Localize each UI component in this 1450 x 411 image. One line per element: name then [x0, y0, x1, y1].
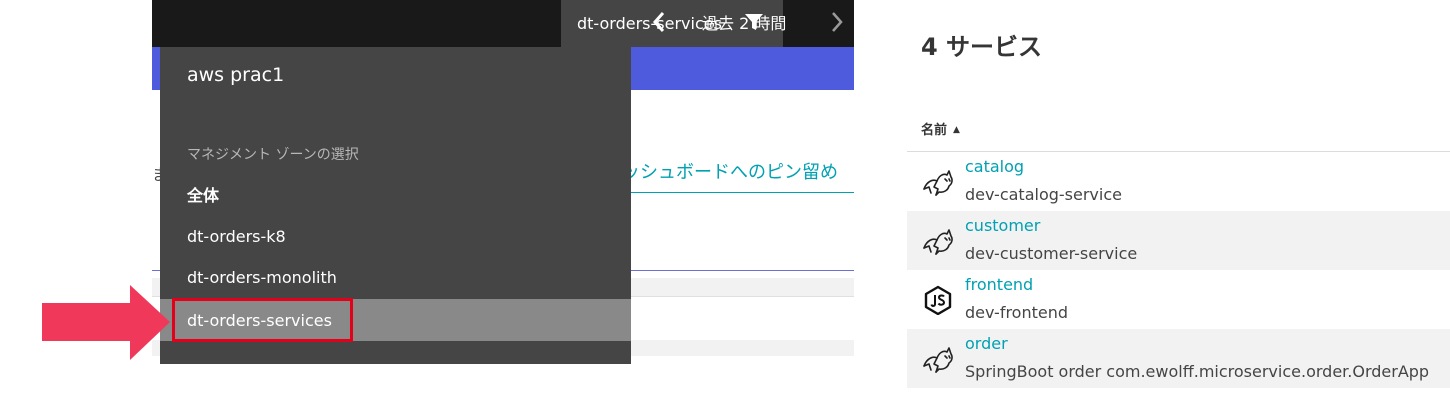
service-detail: SpringBoot order com.ewolff.microservice…: [965, 362, 1430, 381]
service-name-link[interactable]: frontend: [965, 275, 1033, 294]
sort-ascending-icon: ▲: [953, 125, 960, 135]
services-title: 4 サービス: [921, 33, 1043, 61]
nodejs-icon: [924, 285, 952, 315]
service-detail: dev-frontend: [965, 303, 1069, 322]
environment-name: aws prac1: [187, 64, 285, 86]
service-row-frontend[interactable]: frontend dev-frontend: [907, 270, 1450, 329]
column-header-label: 名前: [921, 123, 948, 138]
name-column-header[interactable]: 名前 ▲: [921, 119, 960, 138]
pin-link-underline: [620, 192, 854, 193]
filter-label: dt-orders-services: [577, 14, 722, 33]
zone-item-label: dt-orders-k8: [187, 226, 286, 246]
top-bar: dt-orders-services 過去 2 時間: [152, 0, 854, 47]
chevron-left-icon[interactable]: [651, 10, 667, 34]
zone-item-label: 全体: [187, 186, 220, 205]
service-name-link[interactable]: order: [965, 334, 1008, 353]
zone-item-all[interactable]: 全体: [160, 174, 631, 214]
zone-item-k8[interactable]: dt-orders-k8: [160, 216, 631, 256]
timeframe-selector[interactable]: 過去 2 時間: [702, 10, 786, 34]
highlight-box: [172, 298, 353, 342]
service-row-catalog[interactable]: catalog dev-catalog-service: [907, 152, 1450, 211]
service-row-customer[interactable]: customer dev-customer-service: [907, 211, 1450, 270]
service-row-order[interactable]: order SpringBoot order com.ewolff.micros…: [907, 329, 1450, 388]
pointer-arrow-icon: [42, 285, 170, 360]
service-name-link[interactable]: catalog: [965, 157, 1024, 176]
management-zone-heading: マネジメント ゾーンの選択: [187, 147, 359, 163]
zone-item-monolith[interactable]: dt-orders-monolith: [160, 257, 631, 297]
service-detail: dev-catalog-service: [965, 185, 1122, 204]
pin-to-dashboard-link[interactable]: ッシュボードへのピン留め: [622, 158, 838, 184]
tomcat-icon: [923, 347, 953, 373]
zone-item-label: dt-orders-monolith: [187, 267, 337, 287]
chevron-right-icon[interactable]: [829, 10, 845, 34]
service-detail: dev-customer-service: [965, 244, 1138, 263]
tomcat-icon: [923, 170, 953, 196]
service-name-link[interactable]: customer: [965, 216, 1040, 235]
tomcat-icon: [923, 229, 953, 255]
